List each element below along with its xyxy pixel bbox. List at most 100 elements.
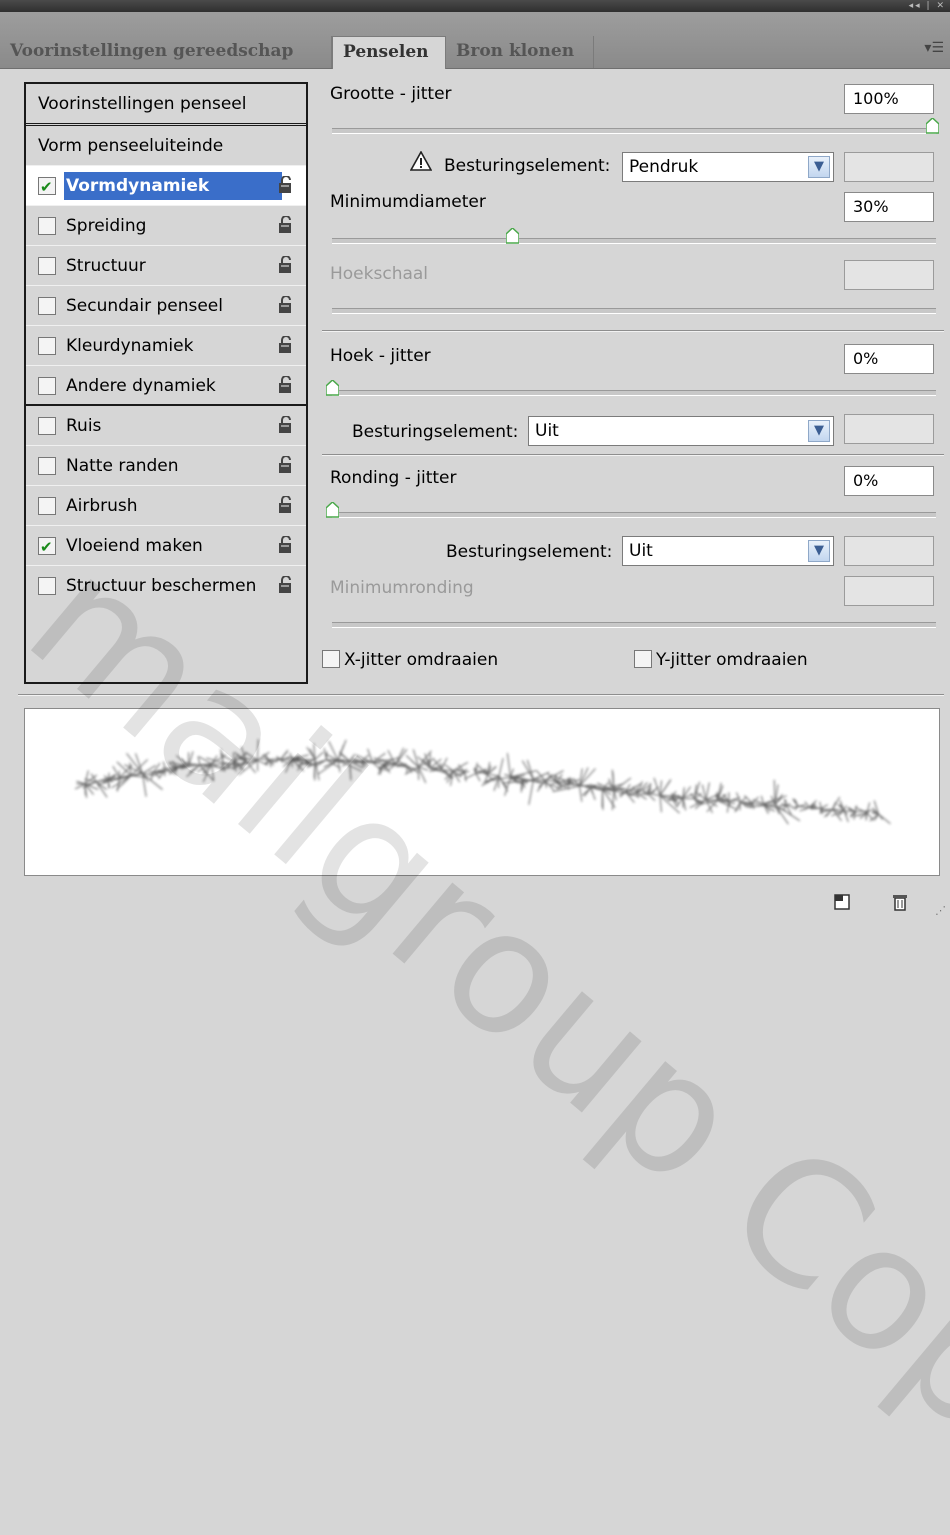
list-item-texture[interactable]: Structuur xyxy=(26,246,306,286)
brush-spike xyxy=(654,778,660,796)
new-brush-icon[interactable] xyxy=(832,892,852,912)
dropdown-value: Uit xyxy=(535,421,559,441)
slider-thumb[interactable] xyxy=(326,380,339,396)
brush-spike xyxy=(612,791,614,810)
list-item-scattering[interactable]: Spreiding xyxy=(26,206,306,246)
checkbox[interactable] xyxy=(38,577,56,595)
lock-icon[interactable] xyxy=(278,416,294,434)
lock-icon[interactable] xyxy=(278,216,294,234)
chevron-down-icon[interactable]: ▼ xyxy=(808,540,830,562)
tab-clone-source[interactable]: Bron klonen xyxy=(446,36,594,68)
brush-presets-header[interactable]: Voorinstellingen penseel xyxy=(26,84,306,126)
lock-icon[interactable] xyxy=(278,536,294,554)
list-item-label: Andere dynamiek xyxy=(66,366,216,406)
angle-jitter-label: Hoek - jitter xyxy=(330,346,431,366)
lock-icon[interactable] xyxy=(278,296,294,314)
tilt-scale-slider xyxy=(332,308,936,314)
list-item-label: Ruis xyxy=(66,406,101,446)
control-dropdown-2[interactable]: Uit ▼ xyxy=(528,416,834,446)
panel-menu-icon[interactable]: ▾☰ xyxy=(924,40,944,56)
list-item-dual-brush[interactable]: Secundair penseel xyxy=(26,286,306,326)
checkbox[interactable] xyxy=(38,457,56,475)
brush-stroke-image xyxy=(25,709,939,875)
chevron-down-icon[interactable]: ▼ xyxy=(808,156,830,178)
brush-spike xyxy=(804,807,810,810)
flip-x-label: X-jitter omdraaien xyxy=(344,650,498,670)
flip-x-checkbox[interactable] xyxy=(322,650,340,668)
tilt-scale-label: Hoekschaal xyxy=(330,264,428,284)
checkbox[interactable] xyxy=(38,377,56,395)
tab-bar: Voorinstellingen gereedschap Penselen Br… xyxy=(0,12,950,69)
list-item-airbrush[interactable]: Airbrush xyxy=(26,486,306,526)
panel-footer xyxy=(0,884,950,924)
list-item-label: Kleurdynamiek xyxy=(66,326,193,366)
tab-brushes[interactable]: Penselen xyxy=(332,36,446,69)
list-item-other-dynamics[interactable]: Andere dynamiek xyxy=(26,366,306,406)
brush-spike xyxy=(727,801,729,812)
lock-icon[interactable] xyxy=(278,376,294,394)
checkbox[interactable] xyxy=(38,537,56,555)
tab-tool-presets[interactable]: Voorinstellingen gereedschap xyxy=(0,36,332,68)
control-dropdown-1[interactable]: Pendruk ▼ xyxy=(622,152,834,182)
tilt-scale-input xyxy=(844,260,934,290)
chevron-down-icon[interactable]: ▼ xyxy=(808,420,830,442)
lock-icon[interactable] xyxy=(278,576,294,594)
angle-jitter-slider[interactable] xyxy=(332,390,936,396)
min-roundness-label: Minimumronding xyxy=(330,578,474,598)
checkbox[interactable] xyxy=(38,217,56,235)
brush-spike xyxy=(591,788,595,800)
lock-icon[interactable] xyxy=(278,456,294,474)
list-item-shape-dynamics[interactable]: Vormdynamiek xyxy=(26,166,306,206)
brush-spike xyxy=(490,774,499,776)
size-jitter-slider[interactable] xyxy=(332,128,936,134)
size-jitter-input[interactable]: 100% xyxy=(844,84,934,114)
checkbox[interactable] xyxy=(38,417,56,435)
brush-spike xyxy=(271,759,281,763)
brush-spike xyxy=(290,753,292,759)
lock-icon[interactable] xyxy=(278,176,294,194)
lock-icon[interactable] xyxy=(278,256,294,274)
checkbox[interactable] xyxy=(38,177,56,195)
list-item-label: Airbrush xyxy=(66,486,138,526)
checkbox[interactable] xyxy=(38,297,56,315)
resize-grip-icon[interactable]: ⋰ xyxy=(935,904,946,917)
control-dropdown-3[interactable]: Uit ▼ xyxy=(622,536,834,566)
brush-spike xyxy=(75,784,85,789)
list-item-label: Secundair penseel xyxy=(66,286,223,326)
warning-triangle-icon xyxy=(410,151,432,171)
brush-spike xyxy=(350,761,351,777)
slider-thumb[interactable] xyxy=(926,118,939,134)
brush-spike xyxy=(787,804,791,806)
list-item-label: Vorm penseeluiteinde xyxy=(38,126,223,166)
min-diameter-input[interactable]: 30% xyxy=(844,192,934,222)
brush-spike xyxy=(856,805,857,811)
slider-thumb[interactable] xyxy=(506,228,519,244)
brush-spike xyxy=(499,758,503,776)
brush-spike xyxy=(798,805,805,807)
angle-jitter-input[interactable]: 0% xyxy=(844,344,934,374)
list-item-brush-tip-shape[interactable]: Vorm penseeluiteinde xyxy=(26,126,306,166)
brush-spike xyxy=(775,805,788,825)
list-item-wet-edges[interactable]: Natte randen xyxy=(26,446,306,486)
list-item-smoothing[interactable]: Vloeiend maken xyxy=(26,526,306,566)
checkbox[interactable] xyxy=(38,497,56,515)
collapse-close-controls[interactable]: ◂◂ | ✕ xyxy=(909,0,946,12)
list-item-noise[interactable]: Ruis xyxy=(26,406,306,446)
lock-icon[interactable] xyxy=(278,336,294,354)
list-item-color-dynamics[interactable]: Kleurdynamiek xyxy=(26,326,306,366)
min-diameter-slider[interactable] xyxy=(332,238,936,244)
roundness-jitter-input[interactable]: 0% xyxy=(844,466,934,496)
brush-spike xyxy=(315,752,323,759)
flip-y-label: Y-jitter omdraaien xyxy=(656,650,808,670)
dropdown-value: Uit xyxy=(629,541,653,561)
slider-thumb[interactable] xyxy=(326,502,339,518)
trash-icon[interactable] xyxy=(890,892,910,912)
control-1-extra-field xyxy=(844,152,934,182)
roundness-jitter-slider[interactable] xyxy=(332,512,936,518)
checkbox[interactable] xyxy=(38,337,56,355)
checkbox[interactable] xyxy=(38,257,56,275)
control-3-extra-field xyxy=(844,536,934,566)
list-item-protect-texture[interactable]: Structuur beschermen xyxy=(26,566,306,606)
lock-icon[interactable] xyxy=(278,496,294,514)
flip-y-checkbox[interactable] xyxy=(634,650,652,668)
